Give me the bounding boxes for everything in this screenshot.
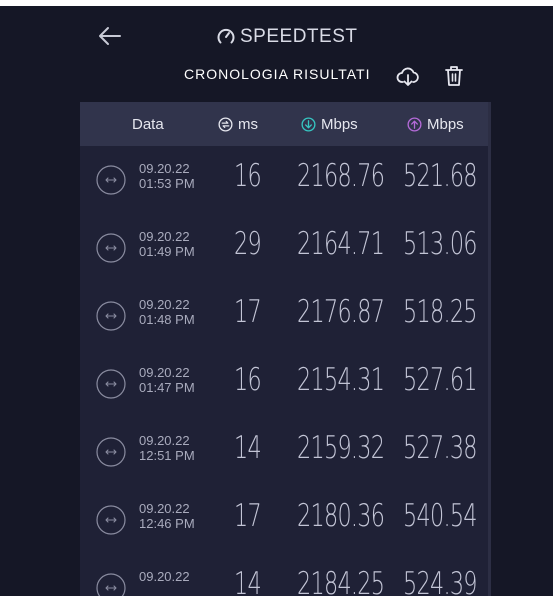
row-date: 09.20.22	[139, 297, 190, 312]
scrollbar-track[interactable]	[488, 102, 491, 596]
row-download-value: 2180.36	[297, 498, 385, 534]
column-download[interactable]: Mbps	[301, 102, 358, 146]
row-time: 01:53 PM	[139, 176, 195, 191]
column-ping[interactable]: ms	[218, 102, 258, 146]
arrow-left-icon	[99, 27, 121, 45]
table-row[interactable]: 09.20.22 01:48 PM 17 2176.87 518.25	[80, 282, 488, 350]
row-datetime: 09.20.22 01:49 PM	[139, 229, 195, 259]
row-ping-value: 14	[234, 430, 262, 466]
column-date-label: Data	[132, 115, 164, 133]
table-row[interactable]: 09.20.22 01:47 PM 16 2154.31 527.61	[80, 350, 488, 418]
row-time: 01:47 PM	[139, 380, 195, 395]
results-header: CRONOLOGIA RISULTATI	[0, 64, 553, 92]
speedtest-app: SPEEDTEST CRONOLOGIA RISULTATI Data ms M…	[0, 6, 553, 596]
row-datetime: 09.20.22 12:46 PM	[139, 501, 195, 531]
row-date: 09.20.22	[139, 161, 190, 176]
connection-type-icon	[96, 301, 126, 331]
connection-type-icon	[96, 573, 126, 596]
row-ping-value: 17	[234, 294, 262, 330]
row-upload-value: 513.06	[403, 226, 478, 262]
column-date[interactable]: Data	[132, 102, 164, 146]
connection-type-icon	[96, 233, 126, 263]
ping-icon	[218, 116, 233, 132]
row-time: 01:48 PM	[139, 312, 195, 327]
connection-type-icon	[96, 505, 126, 535]
row-date: 09.20.22	[139, 501, 190, 516]
row-download-value: 2176.87	[297, 294, 385, 330]
row-time: 12:46 PM	[139, 516, 195, 531]
connection-type-icon	[96, 369, 126, 399]
row-date: 09.20.22	[139, 433, 190, 448]
row-download-value: 2159.32	[297, 430, 385, 466]
row-download-value: 2154.31	[297, 362, 385, 398]
row-download-value: 2184.25	[297, 566, 385, 596]
row-upload-value: 524.39	[403, 566, 478, 596]
row-date: 09.20.22	[139, 569, 190, 584]
column-download-label: Mbps	[321, 115, 358, 133]
row-date: 09.20.22	[139, 229, 190, 244]
table-row[interactable]: 09.20.22 12:51 PM 14 2159.32 527.38	[80, 418, 488, 486]
connection-type-icon	[96, 165, 126, 195]
row-ping-value: 17	[234, 498, 262, 534]
upload-arrow-icon	[407, 116, 422, 132]
row-datetime: 09.20.22 01:53 PM	[139, 161, 195, 191]
table-row[interactable]: 09.20.22 01:53 PM 16 2168.76 521.68	[80, 146, 488, 214]
cloud-download-button[interactable]	[396, 64, 420, 88]
row-upload-value: 521.68	[403, 158, 478, 194]
row-time: 12:51 PM	[139, 448, 195, 463]
column-upload-label: Mbps	[427, 115, 464, 133]
trash-icon	[445, 66, 463, 86]
row-time: 01:49 PM	[139, 244, 195, 259]
row-upload-value: 527.61	[403, 362, 478, 398]
connection-type-icon	[96, 437, 126, 467]
table-header: Data ms Mbps Mbps	[80, 102, 488, 146]
table-row[interactable]: 09.20.22 01:49 PM 29 2164.71 513.06	[80, 214, 488, 282]
table-row[interactable]: 09.20.22 14 2184.25 524.39	[80, 554, 488, 596]
row-datetime: 09.20.22 12:51 PM	[139, 433, 195, 463]
row-datetime: 09.20.22 01:47 PM	[139, 365, 195, 395]
results-table: Data ms Mbps Mbps 09.20.22 01:53 PM 16 2…	[80, 102, 488, 596]
row-upload-value: 518.25	[403, 294, 478, 330]
row-datetime: 09.20.22	[139, 569, 190, 584]
row-ping-value: 29	[234, 226, 262, 262]
row-ping-value: 16	[234, 362, 262, 398]
row-ping-value: 14	[234, 566, 262, 596]
delete-button[interactable]	[444, 64, 464, 88]
row-date: 09.20.22	[139, 365, 190, 380]
cloud-download-icon	[396, 67, 419, 86]
back-button[interactable]	[96, 24, 124, 48]
row-datetime: 09.20.22 01:48 PM	[139, 297, 195, 327]
table-row[interactable]: 09.20.22 12:46 PM 17 2180.36 540.54	[80, 486, 488, 554]
page-title: CRONOLOGIA RISULTATI	[184, 66, 371, 82]
row-upload-value: 540.54	[403, 498, 478, 534]
row-upload-value: 527.38	[403, 430, 478, 466]
download-arrow-icon	[301, 116, 316, 132]
logo-text: SPEEDTEST	[240, 26, 358, 47]
speedtest-logo: SPEEDTEST	[216, 26, 357, 48]
row-download-value: 2168.76	[297, 158, 385, 194]
row-ping-value: 16	[234, 158, 262, 194]
column-ping-label: ms	[238, 115, 258, 133]
row-download-value: 2164.71	[297, 226, 385, 262]
column-upload[interactable]: Mbps	[407, 102, 464, 146]
gauge-icon	[217, 28, 235, 44]
